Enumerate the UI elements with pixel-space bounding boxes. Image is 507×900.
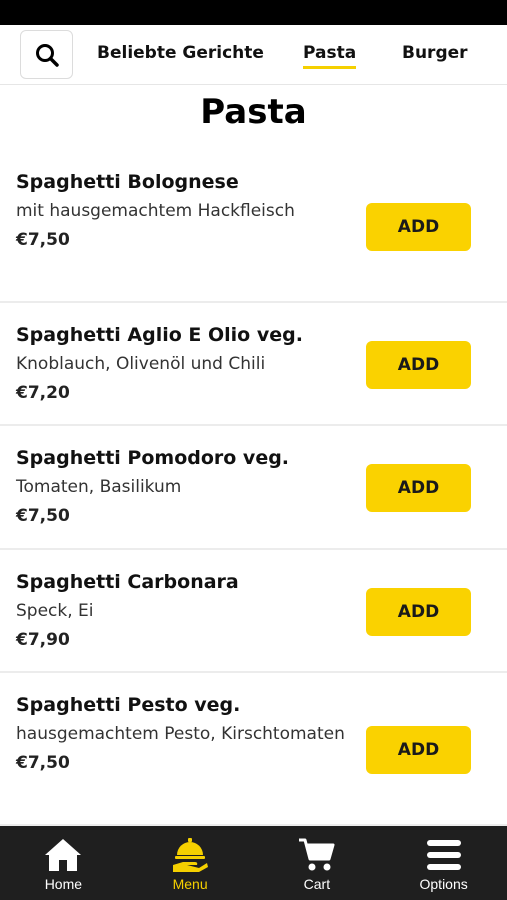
add-button[interactable]: ADD	[366, 341, 471, 389]
item-description: Speck, Ei	[16, 601, 94, 621]
menu-lines-icon	[424, 836, 464, 874]
tab-beliebte-gerichte[interactable]: Beliebte Gerichte	[97, 43, 264, 63]
search-icon	[35, 43, 59, 67]
serving-hand-icon	[170, 836, 210, 874]
item-description: mit hausgemachtem Hackfleisch	[16, 201, 295, 221]
bottom-nav: Home Menu Cart Options	[0, 826, 507, 900]
category-bar: Beliebte Gerichte Pasta Burger	[0, 25, 507, 85]
nav-label-home: Home	[44, 876, 83, 892]
page-title: Pasta	[200, 92, 307, 132]
add-button[interactable]: ADD	[366, 726, 471, 774]
home-icon	[43, 836, 83, 874]
add-button[interactable]: ADD	[366, 588, 471, 636]
item-description: hausgemachtem Pesto, Kirschtomaten	[16, 724, 345, 744]
item-description: Knoblauch, Olivenöl und Chili	[16, 354, 266, 374]
nav-item-options[interactable]: Options	[380, 826, 507, 900]
menu-item: Spaghetti Aglio E Olio veg. Knoblauch, O…	[0, 303, 507, 426]
nav-label-cart: Cart	[303, 876, 331, 892]
item-description: Tomaten, Basilikum	[16, 477, 182, 497]
nav-label-menu: Menu	[172, 876, 208, 892]
tab-pasta[interactable]: Pasta	[303, 43, 357, 69]
menu-item: Spaghetti Carbonara Speck, Ei €7,90 ADD	[0, 550, 507, 673]
add-button[interactable]: ADD	[366, 203, 471, 251]
menu-list: Spaghetti Bolognese mit hausgemachtem Ha…	[0, 150, 507, 826]
add-button[interactable]: ADD	[366, 464, 471, 512]
menu-item: Spaghetti Pomodoro veg. Tomaten, Basilik…	[0, 426, 507, 550]
nav-label-options: Options	[419, 876, 468, 892]
item-name: Spaghetti Bolognese	[16, 171, 239, 193]
nav-item-home[interactable]: Home	[0, 826, 127, 900]
menu-item: Spaghetti Pesto veg. hausgemachtem Pesto…	[0, 673, 507, 826]
menu-item: Spaghetti Bolognese mit hausgemachtem Ha…	[0, 150, 507, 303]
cart-icon	[297, 836, 337, 874]
tab-burger[interactable]: Burger	[402, 43, 468, 63]
nav-item-cart[interactable]: Cart	[254, 826, 381, 900]
nav-item-menu[interactable]: Menu	[127, 826, 254, 900]
item-name: Spaghetti Pesto veg.	[16, 694, 241, 716]
search-button[interactable]	[20, 30, 73, 79]
status-bar	[0, 0, 507, 25]
